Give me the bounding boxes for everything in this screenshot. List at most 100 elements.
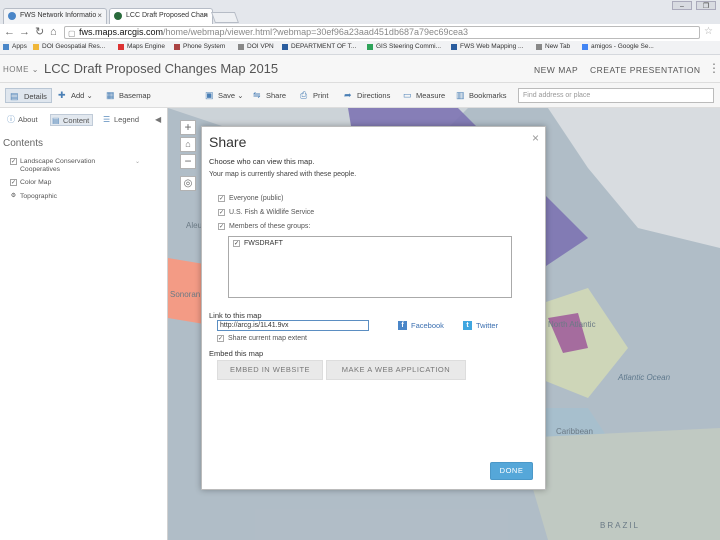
save-icon: ▣ — [205, 90, 214, 100]
drive-icon — [367, 44, 373, 50]
share-everyone-option[interactable]: ✓ Everyone (public) — [218, 195, 283, 203]
browser-tab-lcc-map[interactable]: LCC Draft Proposed Chan × — [109, 8, 213, 24]
print-icon: ⎙ — [300, 90, 308, 100]
browser-tabstrip: FWS Network Informatio × LCC Draft Propo… — [0, 0, 720, 24]
checkbox[interactable]: ✓ — [218, 195, 225, 202]
bookmark-item[interactable]: GIS Steering Commi... — [367, 43, 441, 50]
close-icon[interactable]: × — [97, 9, 102, 23]
apps-grid-icon — [3, 44, 9, 50]
bookmark-label: DOI Geospatial Res... — [42, 43, 106, 50]
details-icon: ▤ — [10, 91, 19, 101]
phone-icon — [174, 44, 180, 50]
tab-label: FWS Network Informatio — [20, 12, 97, 19]
fws-icon — [451, 44, 457, 50]
forward-arrow-icon[interactable]: → — [19, 26, 30, 38]
bookmark-item[interactable]: DEPARTMENT OF T... — [282, 43, 356, 50]
bookmark-label: Maps Engine — [127, 43, 165, 50]
bookmark-item[interactable]: Maps Engine — [118, 43, 165, 50]
browser-navbar: ← → ↻ ⌂ ▢ fws.maps.arcgis.com/home/webma… — [0, 24, 720, 41]
bookmark-label: Apps — [12, 43, 27, 50]
twitter-share-button[interactable]: t Twitter — [463, 321, 498, 330]
share-icon: ⇋ — [253, 90, 261, 100]
details-button[interactable]: ▤ Details — [5, 88, 52, 103]
map-pin-icon — [118, 44, 124, 50]
twitter-icon: t — [463, 321, 472, 330]
checkbox[interactable]: ✓ — [217, 335, 224, 342]
save-button[interactable]: ▣ Save ⌄ — [205, 88, 243, 103]
directions-icon: ➦ — [344, 90, 352, 100]
checkbox[interactable]: ✓ — [218, 223, 225, 230]
facebook-icon: f — [398, 321, 407, 330]
add-button[interactable]: ✚ Add ⌄ — [58, 88, 93, 103]
done-button[interactable]: DONE — [490, 462, 533, 480]
map-toolbar: ▤ Details ✚ Add ⌄ ▦ Basemap ▣ Save ⌄ ⇋ Share … — [0, 83, 720, 108]
basemap-icon: ▦ — [106, 90, 115, 100]
embed-in-website-button[interactable]: EMBED IN WEBSITE — [217, 360, 323, 380]
arcgis-icon — [114, 12, 122, 20]
bookmark-label: DEPARTMENT OF T... — [291, 43, 357, 50]
address-bar[interactable]: ▢ fws.maps.arcgis.com/home/webmap/viewer… — [64, 26, 700, 39]
new-tab-button[interactable] — [210, 12, 240, 23]
bookmark-label: GIS Steering Commi... — [376, 43, 442, 50]
share-button[interactable]: ⇋ Share — [253, 88, 286, 103]
bookmark-item[interactable]: Phone System — [174, 43, 225, 50]
url-path: /home/webmap/viewer.html?webmap=30ef96a2… — [163, 27, 469, 37]
bookmarks-icon: ▥ — [456, 90, 465, 100]
bookmark-label: FWS Web Mapping ... — [460, 43, 524, 50]
embed-heading: Embed this map — [209, 349, 264, 358]
google-icon — [582, 44, 588, 50]
checkbox[interactable]: ✓ — [233, 240, 240, 247]
share-extent-option[interactable]: ✓ Share current map extent — [217, 335, 307, 343]
close-icon[interactable]: × — [203, 9, 208, 23]
user-menu-icon[interactable]: ⋮ — [708, 61, 720, 75]
share-groups-option[interactable]: ✓ Members of these groups: — [218, 223, 310, 231]
print-button[interactable]: ⎙ Print — [300, 88, 328, 103]
tab-label: LCC Draft Proposed Chan — [126, 12, 208, 19]
restore-icon[interactable]: ❐ — [696, 1, 716, 10]
reload-icon[interactable]: ↻ — [35, 26, 44, 38]
checkbox[interactable]: ✓ — [218, 209, 225, 216]
share-who-label: Choose who can view this map. — [209, 157, 315, 166]
document-icon — [238, 44, 244, 50]
folder-icon — [33, 44, 39, 50]
bookmark-item[interactable]: FWS Web Mapping ... — [451, 43, 523, 50]
close-icon[interactable]: × — [532, 131, 539, 145]
add-layer-icon: ✚ — [58, 90, 66, 100]
create-presentation-button[interactable]: CREATE PRESENTATION — [590, 65, 701, 75]
home-menu[interactable]: HOME ⌄ — [3, 65, 39, 74]
directions-button[interactable]: ➦ Directions — [344, 88, 390, 103]
back-arrow-icon[interactable]: ← — [4, 26, 15, 38]
globe-icon — [8, 12, 16, 20]
bookmarks-button[interactable]: ▥ Bookmarks — [456, 88, 507, 103]
group-item[interactable]: ✓ FWSDRAFT — [233, 240, 283, 248]
doi-icon — [282, 44, 288, 50]
minimize-icon[interactable]: – — [672, 1, 692, 10]
basemap-button[interactable]: ▦ Basemap — [106, 88, 151, 103]
bookmark-item[interactable]: New Tab — [536, 43, 570, 50]
bookmark-item[interactable]: Apps — [3, 43, 27, 50]
facebook-share-button[interactable]: f Facebook — [398, 321, 444, 330]
bookmark-label: DOI VPN — [247, 43, 274, 50]
map-link-field[interactable]: http://arcg.is/1L41.9vx — [217, 320, 369, 331]
bookmarks-bar: Apps DOI Geospatial Res... Maps Engine Phon… — [0, 41, 720, 55]
bookmark-label: Phone System — [183, 43, 226, 50]
new-map-button[interactable]: NEW MAP — [534, 65, 578, 75]
bookmark-star-icon[interactable]: ☆ — [704, 26, 713, 37]
page-title: LCC Draft Proposed Changes Map 2015 — [44, 61, 279, 76]
share-org-option[interactable]: ✓ U.S. Fish & Wildlife Service — [218, 209, 314, 217]
group-list: ✓ FWSDRAFT — [228, 236, 512, 298]
browser-tab-fws-network[interactable]: FWS Network Informatio × — [3, 8, 107, 24]
home-icon[interactable]: ⌂ — [50, 26, 57, 38]
bookmark-item[interactable]: amigos - Google Se... — [582, 43, 654, 50]
measure-icon: ▭ — [403, 90, 412, 100]
share-status-note: Your map is currently shared with these … — [209, 171, 357, 178]
bookmark-label: amigos - Google Se... — [591, 43, 654, 50]
bookmark-item[interactable]: DOI VPN — [238, 43, 274, 50]
bookmark-item[interactable]: DOI Geospatial Res... — [33, 43, 105, 50]
measure-button[interactable]: ▭ Measure — [403, 88, 445, 103]
make-web-app-button[interactable]: MAKE A WEB APPLICATION — [326, 360, 466, 380]
search-input[interactable]: Find address or place — [518, 88, 714, 103]
bookmark-label: New Tab — [545, 43, 571, 50]
dialog-title: Share — [209, 134, 247, 150]
app-header: HOME ⌄ LCC Draft Proposed Changes Map 20… — [0, 55, 720, 83]
